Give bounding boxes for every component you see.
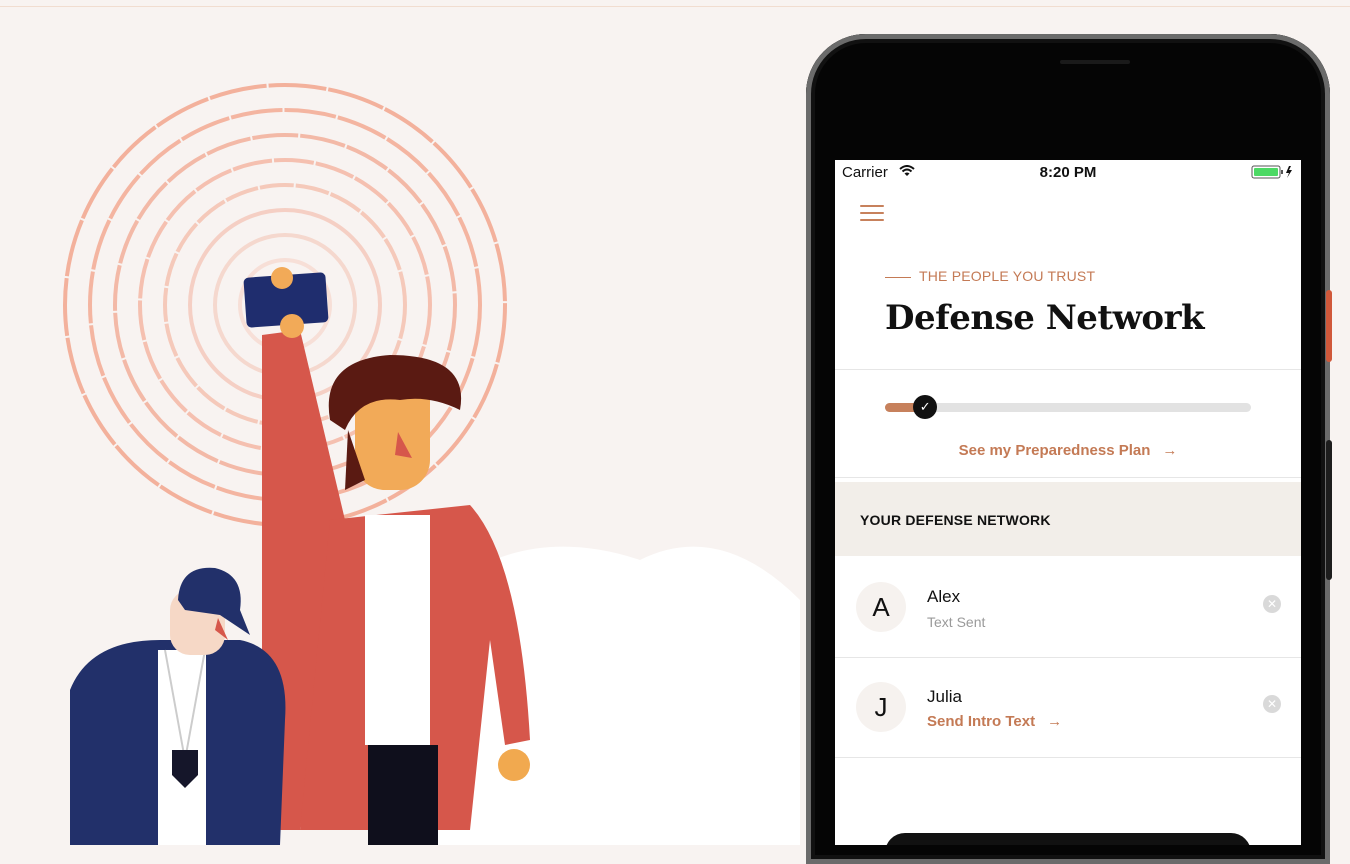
- close-circle-icon[interactable]: ✕: [1263, 595, 1281, 613]
- battery-charging-icon: [1251, 165, 1292, 179]
- contact-name: Julia: [927, 687, 962, 706]
- progress-bar: ✓: [885, 395, 1251, 419]
- send-intro-text-link[interactable]: Send Intro Text →: [927, 713, 1062, 730]
- phone-side-button-2: [1326, 440, 1332, 580]
- page-title: Defense Network: [885, 298, 1205, 338]
- contact-row[interactable]: J Julia Send Intro Text → ✕: [835, 657, 1301, 757]
- section-header: YOUR DEFENSE NETWORK: [835, 482, 1301, 556]
- divider: [835, 369, 1301, 370]
- page-eyebrow: THE PEOPLE YOU TRUST: [885, 268, 1095, 284]
- close-circle-icon[interactable]: ✕: [1263, 695, 1281, 713]
- divider: [835, 477, 1301, 478]
- phone-screen: Carrier 8:20 PM THE PEOPLE YOU TRUST Def…: [835, 160, 1301, 845]
- checkmark-icon: ✓: [913, 395, 938, 419]
- contact-name: Alex: [927, 587, 961, 606]
- avatar: A: [856, 582, 906, 632]
- phone-side-button: [1326, 290, 1332, 362]
- section-title: YOUR DEFENSE NETWORK: [860, 512, 1051, 528]
- arrow-right-icon: →: [1162, 442, 1178, 459]
- contact-status: Text Sent: [927, 614, 986, 630]
- person-with-cap: [70, 567, 286, 845]
- bottom-action-button[interactable]: [885, 833, 1251, 845]
- contact-row[interactable]: A Alex Text Sent ✕: [835, 557, 1301, 657]
- avatar: J: [856, 682, 906, 732]
- hamburger-menu-icon[interactable]: [860, 205, 884, 223]
- hero-illustration: [63, 83, 800, 845]
- arrow-right-icon: →: [1047, 713, 1063, 730]
- status-bar: Carrier 8:20 PM: [835, 160, 1301, 186]
- status-time: 8:20 PM: [1039, 164, 1097, 181]
- preparedness-plan-link[interactable]: See my Preparedness Plan →: [835, 442, 1301, 459]
- divider: [835, 757, 1301, 758]
- phone-speaker: [1060, 60, 1130, 64]
